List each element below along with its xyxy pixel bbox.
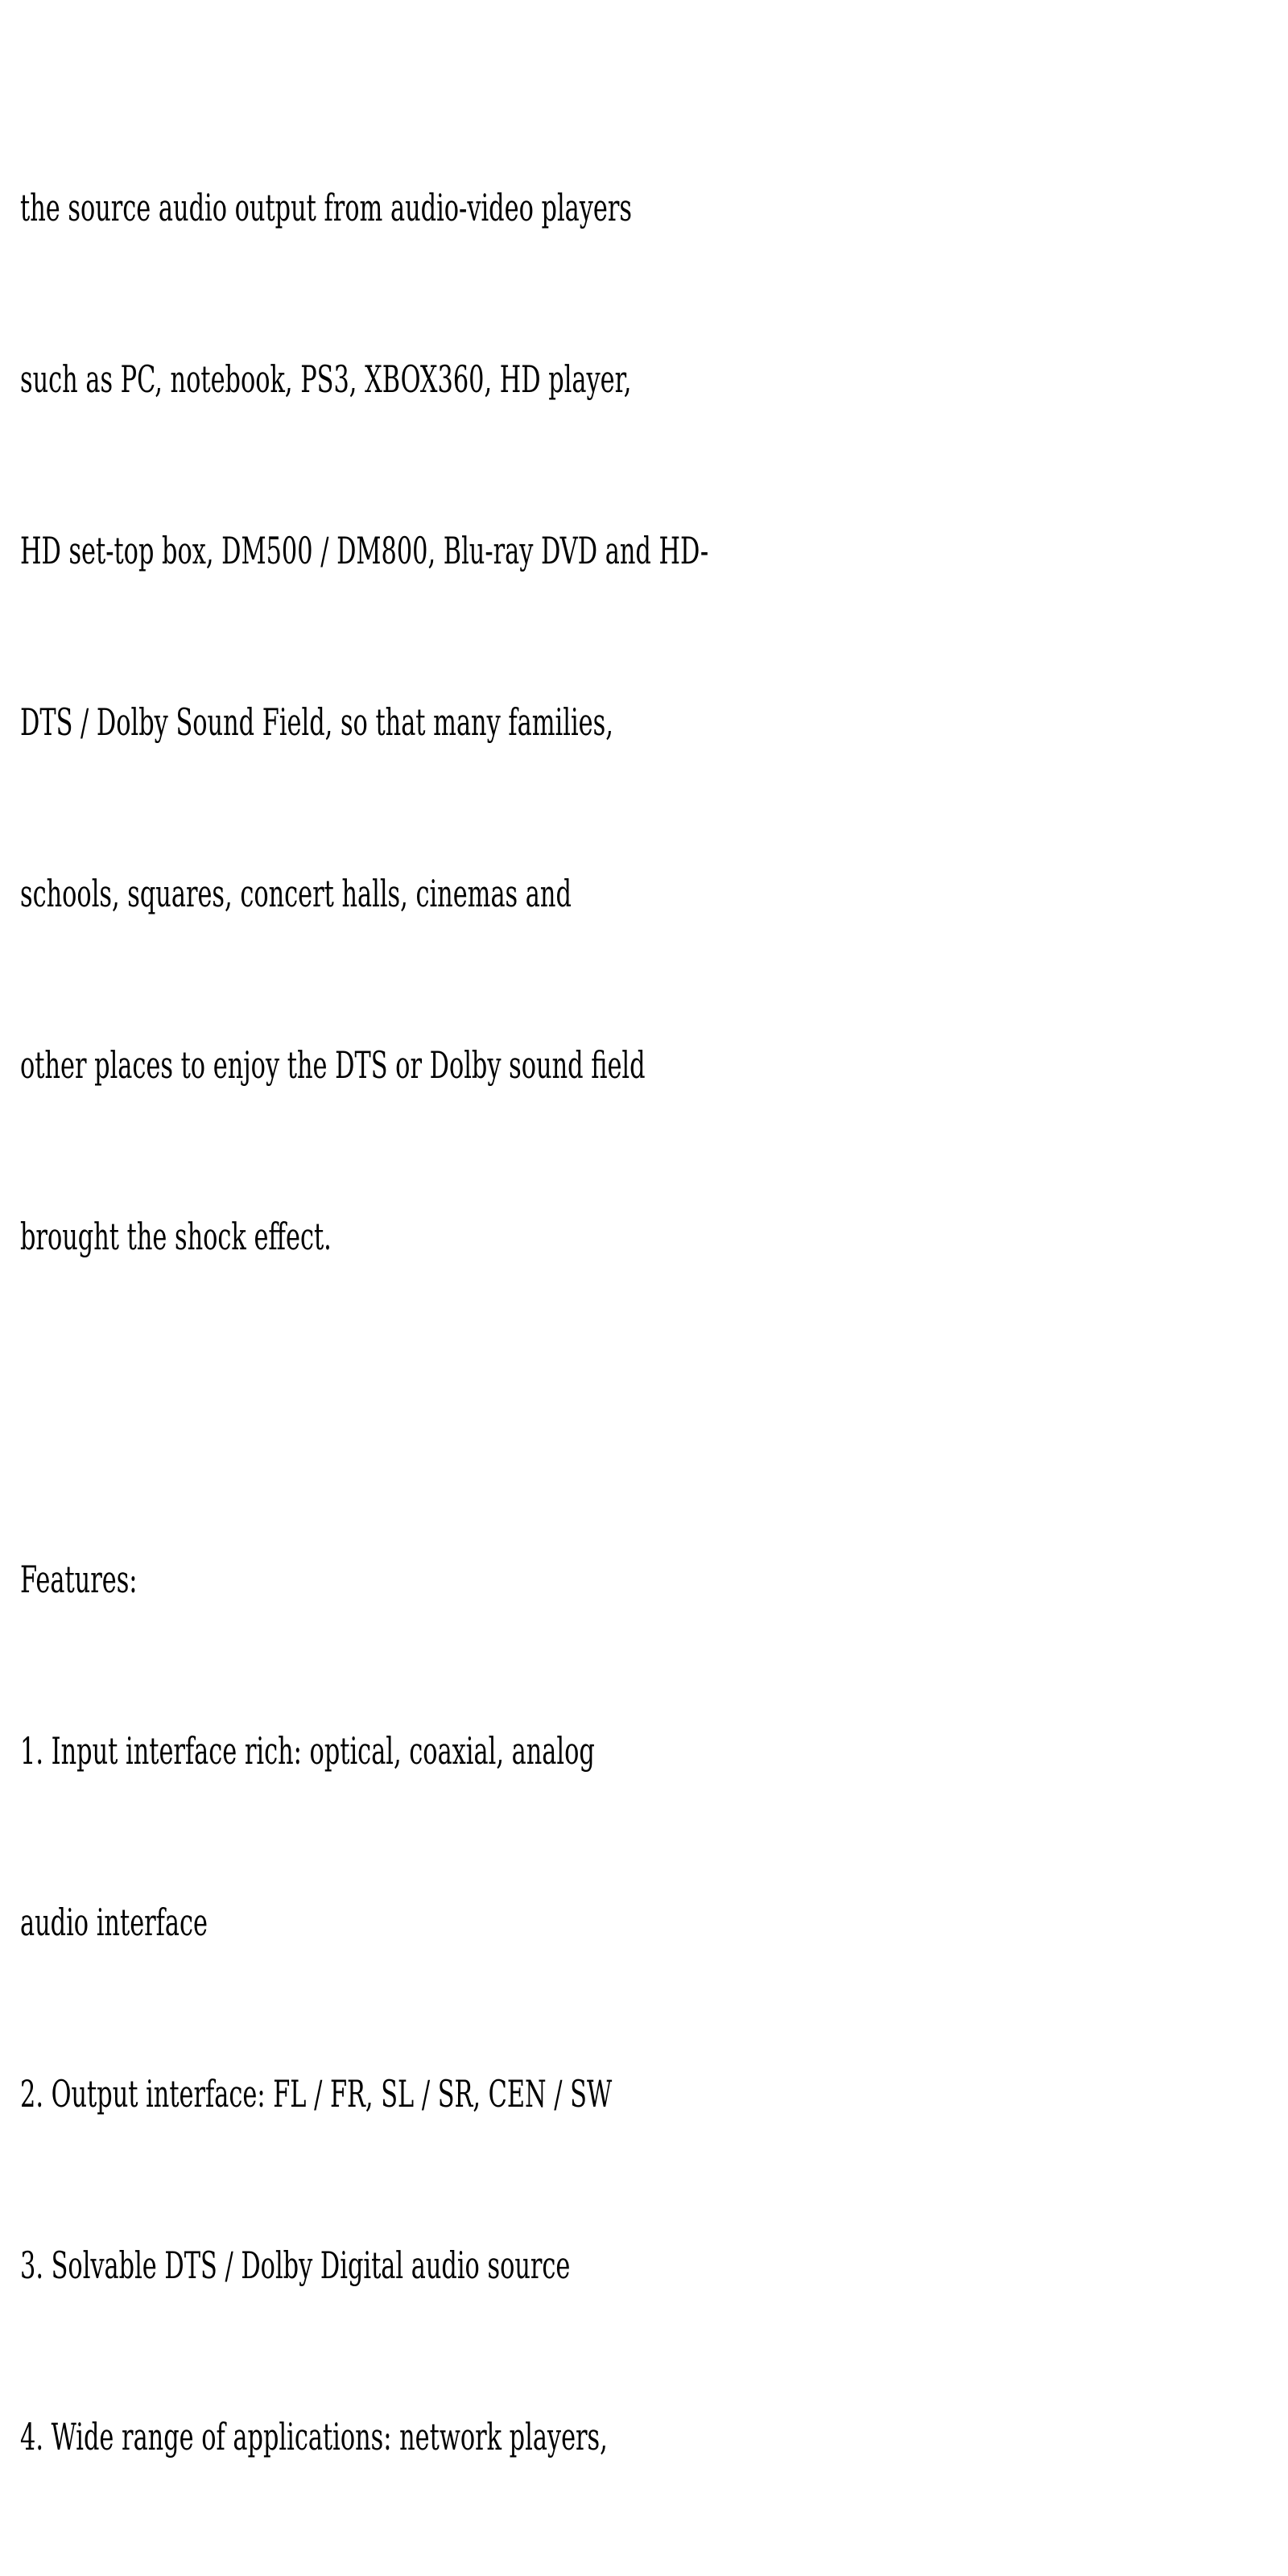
feature-item-2: 2. Output interface: FL / FR, SL / SR, C… bbox=[20, 2072, 613, 2116]
text-line: schools, squares, concert halls, cinemas… bbox=[20, 872, 572, 915]
text-line: HD set-top box, DM500 / DM800, Blu-ray D… bbox=[20, 529, 709, 572]
text-line: DTS / Dolby Sound Field, so that many fa… bbox=[20, 700, 613, 744]
text-line: other places to enjoy the DTS or Dolby s… bbox=[20, 1043, 646, 1087]
features-heading: Features: bbox=[20, 1558, 138, 1601]
text-line: the source audio output from audio-video… bbox=[20, 186, 632, 229]
document-text-body: the source audio output from audio-video… bbox=[20, 8, 1276, 2576]
feature-item-4: 4. Wide range of applications: network p… bbox=[20, 2415, 608, 2458]
text-line: brought the shock effect. bbox=[20, 1215, 332, 1258]
text-line: such as PC, notebook, PS3, XBOX360, HD p… bbox=[20, 357, 632, 401]
feature-item-1: 1. Input interface rich: optical, coaxia… bbox=[20, 1729, 595, 1773]
document-page: the source audio output from audio-video… bbox=[0, 0, 1288, 2458]
feature-item-1-cont: audio interface bbox=[20, 1901, 208, 1944]
feature-item-3: 3. Solvable DTS / Dolby Digital audio so… bbox=[20, 2244, 571, 2287]
